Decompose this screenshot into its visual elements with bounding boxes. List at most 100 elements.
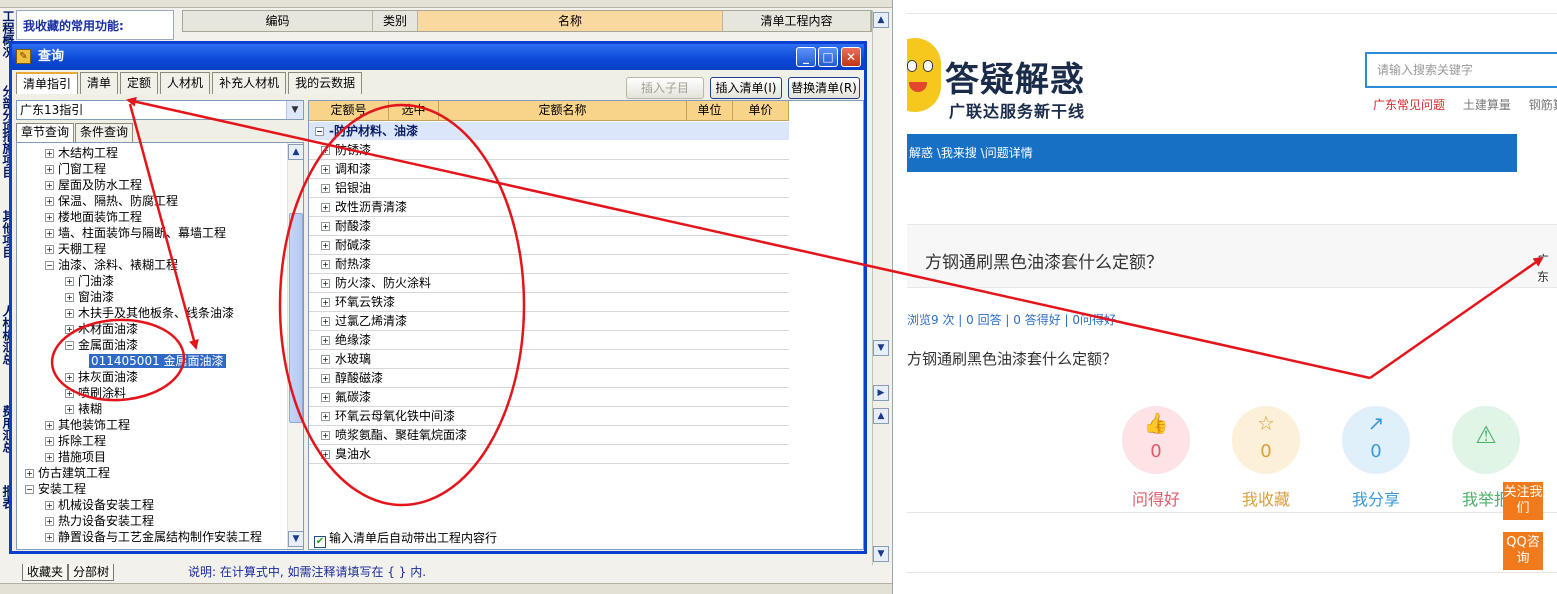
expand-icon[interactable]: + — [45, 453, 54, 462]
expand-icon[interactable]: + — [65, 293, 74, 302]
expand-icon[interactable]: + — [45, 245, 54, 254]
expand-icon[interactable]: + — [65, 389, 74, 398]
scroll-up-icon[interactable]: ▲ — [873, 408, 889, 424]
expand-icon[interactable]: + — [321, 431, 330, 440]
expand-icon[interactable]: + — [65, 373, 74, 382]
close-icon[interactable]: ✕ — [841, 47, 861, 67]
tab-chapter-search[interactable]: 章节查询 — [16, 123, 75, 142]
scroll-down-icon[interactable]: ▼ — [873, 340, 889, 356]
expand-icon[interactable]: + — [45, 213, 54, 222]
col-selected[interactable]: 选中 — [389, 101, 439, 120]
action-favorite[interactable]: ☆ 0 我收藏 — [1231, 406, 1301, 510]
tree-node[interactable]: + 其他装饰工程 — [45, 417, 130, 433]
expand-icon[interactable]: + — [321, 260, 330, 269]
expand-icon[interactable]: + — [45, 517, 54, 526]
quota-group-row[interactable]: − -防护材料、油漆 — [309, 122, 789, 140]
auto-content-option[interactable]: ✔ 输入清单后自动带出工程内容行 — [314, 531, 497, 548]
expand-icon[interactable]: + — [321, 450, 330, 459]
collapse-icon[interactable]: − — [65, 341, 74, 350]
dialog-titlebar[interactable]: ✎ 查询 _ □ ✕ — [12, 44, 864, 70]
expand-icon[interactable]: + — [45, 501, 54, 510]
expand-icon[interactable]: + — [321, 412, 330, 421]
tree-node[interactable]: − 安装工程 — [25, 481, 86, 497]
expand-icon[interactable]: + — [321, 298, 330, 307]
maximize-icon[interactable]: □ — [818, 47, 838, 67]
share-circle[interactable]: ↗ 0 — [1342, 406, 1410, 474]
expand-icon[interactable]: + — [65, 325, 74, 334]
tree-node[interactable]: + 裱糊 — [65, 401, 102, 417]
tab-condition-search[interactable]: 条件查询 — [75, 123, 134, 142]
search-input[interactable]: 请输入搜索关键字 — [1365, 52, 1557, 88]
tree-node[interactable]: + 抹灰面油漆 — [65, 369, 138, 385]
collapse-icon[interactable]: − — [315, 127, 324, 136]
col-code[interactable]: 编码 — [183, 11, 373, 31]
action-good-question[interactable]: 👍 0 问得好 — [1121, 406, 1191, 510]
col-type[interactable]: 类别 — [373, 11, 418, 31]
tree-node[interactable]: + 门窗工程 — [45, 161, 106, 177]
col-list-content[interactable]: 清单工程内容 — [723, 11, 871, 31]
tree-node[interactable]: + 喷刷涂料 — [65, 385, 126, 401]
expand-icon[interactable]: + — [321, 184, 330, 193]
tree-node[interactable]: + 机械设备安装工程 — [45, 497, 154, 513]
scroll-right-icon[interactable]: ▶ — [873, 385, 889, 401]
tree-node[interactable]: + 门油漆 — [65, 273, 114, 289]
expand-icon[interactable]: + — [45, 229, 54, 238]
tree-node[interactable]: + 墙、柱面装饰与隔断、幕墙工程 — [45, 225, 226, 241]
collapse-icon[interactable]: − — [45, 261, 54, 270]
replace-list-button[interactable]: 替换清单(R) — [788, 77, 860, 99]
city-tag[interactable]: 广东 — [1537, 251, 1557, 285]
quota-row[interactable]: + 氟碳漆 — [309, 388, 789, 407]
quota-row[interactable]: + 耐热漆 — [309, 255, 789, 274]
expand-icon[interactable]: + — [65, 277, 74, 286]
auto-content-checkbox[interactable]: ✔ — [314, 536, 326, 548]
col-name[interactable]: 名称 — [418, 11, 723, 31]
expand-icon[interactable]: + — [65, 309, 74, 318]
expand-icon[interactable]: + — [321, 165, 330, 174]
quota-row[interactable]: + 环氧云母氧化铁中间漆 — [309, 407, 789, 426]
quota-row[interactable]: + 铝银油 — [309, 179, 789, 198]
col-quota-no[interactable]: 定额号 — [309, 101, 389, 120]
scroll-down-icon[interactable]: ▼ — [873, 546, 889, 562]
expand-icon[interactable]: + — [321, 222, 330, 231]
tree-node[interactable]: + 拆除工程 — [45, 433, 106, 449]
quota-row[interactable]: + 喷浆氨酯、聚硅氧烷面漆 — [309, 426, 789, 445]
expand-icon[interactable]: + — [321, 336, 330, 345]
expand-icon[interactable]: + — [45, 437, 54, 446]
quota-row[interactable]: + 改性沥青清漆 — [309, 198, 789, 217]
tree-node[interactable]: + 屋面及防水工程 — [45, 177, 142, 193]
tree-node[interactable]: + 仿古建筑工程 — [25, 465, 110, 481]
quota-row[interactable]: + 臭油水 — [309, 445, 789, 464]
quota-row[interactable]: + 耐碱漆 — [309, 236, 789, 255]
quota-row[interactable]: + 水玻璃 — [309, 350, 789, 369]
tree-node[interactable]: + 楼地面装饰工程 — [45, 209, 142, 225]
col-quota-name[interactable]: 定额名称 — [439, 101, 687, 120]
tree-node[interactable]: + 保温、隔热、防腐工程 — [45, 193, 178, 209]
tree-scrollbar[interactable]: ▲ ▼ — [287, 143, 303, 549]
report-circle[interactable]: ⚠ — [1452, 406, 1520, 474]
grid-scrollbar[interactable]: ▲ ▼ ▶ ▲ ▼ — [872, 10, 889, 565]
scroll-up-icon[interactable]: ▲ — [288, 144, 303, 160]
tree-node[interactable]: − 油漆、涂料、裱糊工程 — [45, 257, 178, 273]
minimize-icon[interactable]: _ — [796, 47, 816, 67]
insert-list-button[interactable]: 插入清单(I) — [710, 77, 782, 99]
link-civil-quantity[interactable]: 土建算量 — [1463, 98, 1511, 112]
expand-icon[interactable]: + — [321, 374, 330, 383]
tree-node[interactable]: + 木扶手及其他板条、线条油漆 — [65, 305, 234, 321]
quota-row[interactable]: + 防火漆、防火涂料 — [309, 274, 789, 293]
expand-icon[interactable]: + — [45, 165, 54, 174]
good-question-circle[interactable]: 👍 0 — [1122, 406, 1190, 474]
expand-icon[interactable]: + — [321, 279, 330, 288]
quota-row[interactable]: + 调和漆 — [309, 160, 789, 179]
tab-labor-material-machine[interactable]: 人材机 — [160, 72, 211, 94]
scroll-thumb[interactable] — [289, 213, 303, 423]
action-share[interactable]: ↗ 0 我分享 — [1341, 406, 1411, 510]
link-rebar-quantity[interactable]: 钢筋算 — [1529, 98, 1557, 112]
guide-select[interactable]: 广东13指引 ▼ — [16, 100, 304, 120]
tab-my-cloud-data[interactable]: 我的云数据 — [288, 72, 363, 94]
link-guangdong-faq[interactable]: 广东常见问题 — [1373, 98, 1445, 112]
favorite-circle[interactable]: ☆ 0 — [1232, 406, 1300, 474]
tree-node[interactable]: + 木结构工程 — [45, 145, 118, 161]
tree-node[interactable]: + 窗油漆 — [65, 289, 114, 305]
expand-icon[interactable]: + — [45, 181, 54, 190]
tab-favorites[interactable]: 收藏夹 — [22, 564, 69, 581]
